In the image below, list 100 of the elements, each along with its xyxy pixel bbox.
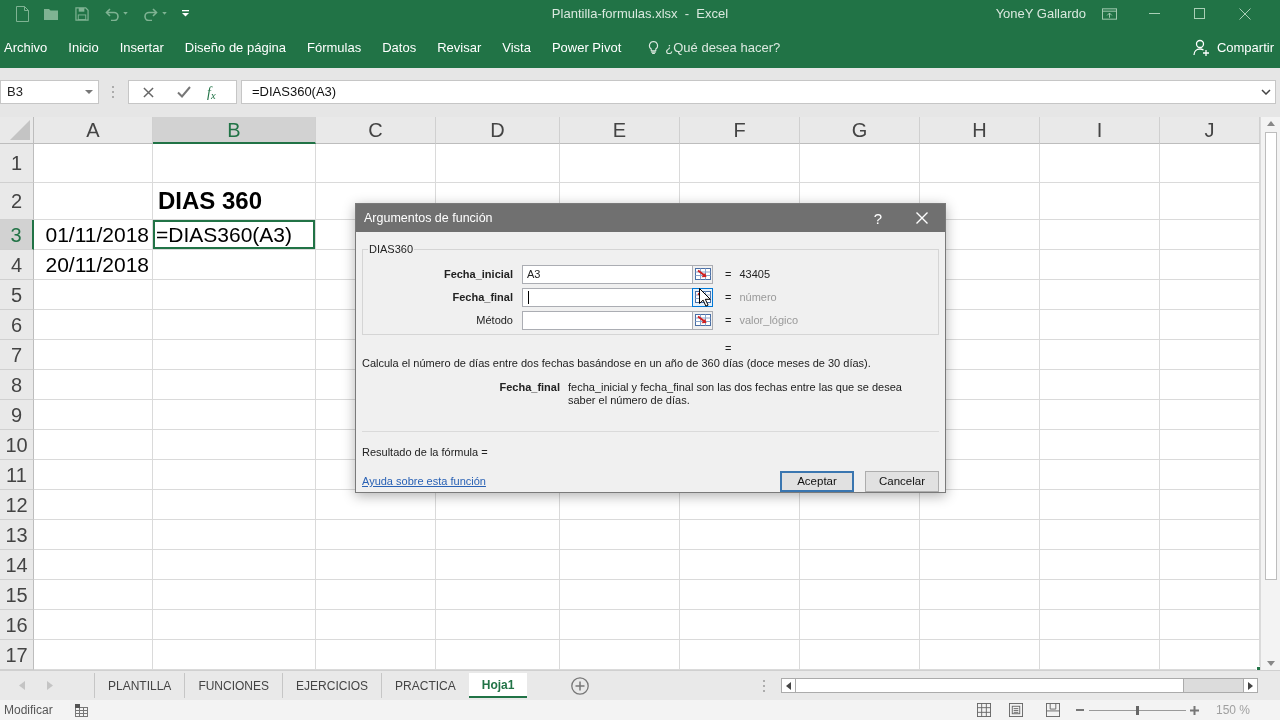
equals-sign: =: [725, 266, 732, 282]
zoom-in-icon[interactable]: [1189, 705, 1199, 715]
tell-me-field[interactable]: ¿Qué desea hacer?: [665, 37, 791, 58]
page-layout-icon[interactable]: [1008, 703, 1023, 717]
row-header[interactable]: 11: [0, 460, 34, 490]
column-header[interactable]: A: [34, 117, 153, 144]
equals-sign: =: [725, 289, 732, 305]
formula-field[interactable]: =DIAS360(A3): [241, 80, 1276, 104]
scroll-left-icon[interactable]: [786, 681, 791, 690]
row-header[interactable]: 4: [0, 250, 34, 280]
dropdown-caret-icon[interactable]: [85, 90, 93, 94]
lightbulb-icon[interactable]: [648, 40, 660, 55]
row-header[interactable]: 12: [0, 490, 34, 520]
cell-picker-button[interactable]: [692, 310, 713, 330]
argument-field[interactable]: [522, 287, 692, 307]
argument-label: Método: [475, 312, 513, 328]
dialog-button[interactable]: Cancelar: [865, 471, 939, 492]
argument-label: Fecha_final: [451, 289, 513, 305]
argument-label: Fecha_inicial: [442, 266, 513, 282]
row-header[interactable]: 10: [0, 430, 34, 460]
sheet-tab[interactable]: PLANTILLA: [94, 673, 185, 698]
row-header[interactable]: 2: [0, 183, 34, 220]
row-header[interactable]: 3: [0, 220, 34, 250]
argument-help-label: Fecha_final: [498, 380, 560, 395]
caret-icon[interactable]: [123, 12, 128, 15]
column-header[interactable]: J: [1160, 117, 1260, 144]
spreadsheet-cell: 01/11/2018: [34, 220, 153, 250]
ribbon-tab[interactable]: Vista: [502, 35, 531, 60]
row-header[interactable]: 7: [0, 340, 34, 370]
scroll-right-icon[interactable]: [1248, 681, 1253, 690]
ribbon-display-options-icon[interactable]: [1102, 7, 1117, 20]
scroll-down-icon[interactable]: [1266, 661, 1275, 666]
normal-view-icon[interactable]: [976, 703, 991, 717]
redo-icon[interactable]: [144, 6, 158, 21]
name-box[interactable]: B3: [0, 80, 99, 104]
help-link[interactable]: Ayuda sobre esta función: [362, 473, 486, 490]
add-person-icon[interactable]: [1192, 39, 1210, 56]
function-name: DIAS360: [368, 242, 415, 257]
scrollbar-thumb[interactable]: [1264, 132, 1277, 580]
column-header[interactable]: E: [560, 117, 680, 144]
save-icon[interactable]: [75, 6, 89, 21]
macro-record-icon[interactable]: [74, 703, 88, 717]
page-break-preview-icon[interactable]: [1045, 703, 1060, 717]
expand-formula-bar-icon[interactable]: [1261, 89, 1271, 95]
column-header[interactable]: G: [800, 117, 920, 144]
horizontal-scrollbar[interactable]: [781, 678, 1258, 693]
column-header[interactable]: F: [680, 117, 800, 144]
ribbon-tab[interactable]: Datos: [382, 35, 417, 60]
enter-icon[interactable]: [177, 86, 191, 98]
new-file-icon[interactable]: [16, 5, 29, 22]
zoom-slider-thumb[interactable]: [1135, 705, 1139, 715]
column-header[interactable]: H: [920, 117, 1040, 144]
close-icon[interactable]: [1238, 7, 1251, 20]
maximize-icon[interactable]: [1194, 8, 1205, 19]
ribbon-tab[interactable]: Fórmulas: [307, 35, 362, 60]
argument-field[interactable]: A3: [522, 264, 692, 284]
column-header[interactable]: D: [436, 117, 560, 144]
equals-sign: =: [725, 312, 732, 328]
row-header[interactable]: 9: [0, 400, 34, 430]
folder-icon[interactable]: [44, 6, 59, 21]
spreadsheet-cell: 20/11/2018: [34, 250, 153, 280]
row-header[interactable]: 17: [0, 640, 34, 670]
row-header[interactable]: 6: [0, 310, 34, 340]
undo-icon[interactable]: [105, 6, 119, 21]
sheet-tab[interactable]: PRACTICA: [381, 673, 469, 698]
window-title: Plantilla-formulas.xlsx - Excel: [551, 4, 729, 23]
cell-picker-button[interactable]: [692, 264, 713, 284]
row-header[interactable]: 13: [0, 520, 34, 550]
spreadsheet-cell: DIAS 360: [153, 183, 316, 220]
argument-result: 43405: [739, 266, 771, 282]
caret-icon[interactable]: [162, 12, 167, 15]
ribbon-tab[interactable]: Power Pivot: [551, 35, 622, 60]
cancel-icon[interactable]: [143, 86, 154, 98]
ribbon-tab[interactable]: Inicio: [68, 35, 99, 60]
row-header[interactable]: 16: [0, 610, 34, 640]
ribbon-tab[interactable]: Archivo: [4, 35, 48, 60]
share-button[interactable]: Compartir: [1216, 37, 1274, 58]
dialog-button[interactable]: Aceptar: [780, 471, 854, 492]
insert-function-button[interactable]: f$_{x}$: [207, 81, 216, 103]
spreadsheet-cell: =DIAS360(A3): [153, 220, 316, 250]
customize-toolbar-icon[interactable]: [182, 10, 189, 17]
sheet-tab[interactable]: FUNCIONES: [184, 673, 283, 698]
scroll-up-icon[interactable]: [1266, 121, 1275, 126]
help-button[interactable]: ?: [868, 210, 888, 226]
row-header[interactable]: 15: [0, 580, 34, 610]
ribbon-tab[interactable]: Revisar: [437, 35, 482, 60]
column-header[interactable]: C: [316, 117, 436, 144]
sheet-tab[interactable]: Hoja1: [468, 673, 528, 698]
ribbon-tab[interactable]: Diseño de página: [184, 35, 286, 60]
row-header[interactable]: 14: [0, 550, 34, 580]
row-header[interactable]: 5: [0, 280, 34, 310]
row-header[interactable]: 8: [0, 370, 34, 400]
sheet-tab[interactable]: EJERCICIOS: [282, 673, 382, 698]
column-header[interactable]: I: [1040, 117, 1160, 144]
row-header[interactable]: 1: [0, 144, 34, 183]
column-header[interactable]: B: [153, 117, 316, 144]
ribbon-tab[interactable]: Insertar: [119, 35, 164, 60]
scrollbar-thumb[interactable]: [796, 679, 1184, 692]
argument-field[interactable]: [522, 310, 692, 330]
add-sheet-icon[interactable]: [571, 676, 590, 695]
